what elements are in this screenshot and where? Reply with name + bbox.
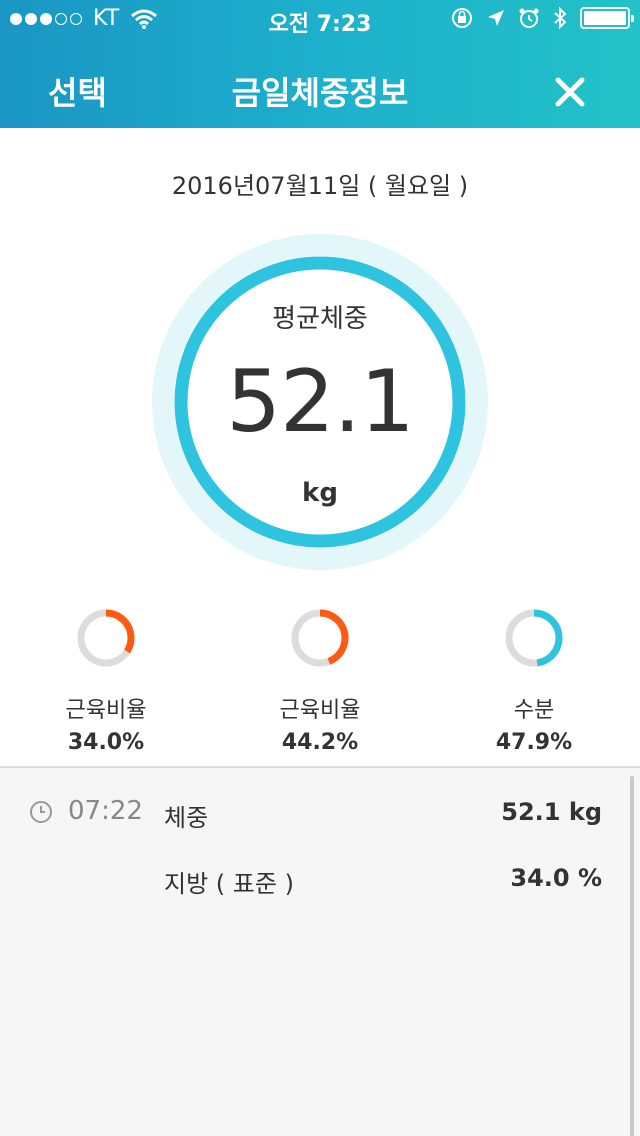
clock-icon [30, 801, 52, 823]
history-row-label: 지방 ( 표준 ) [164, 870, 294, 898]
average-weight-label: 평균체중 [272, 304, 368, 334]
close-icon[interactable] [548, 70, 592, 114]
measurement-time: 07:22 [68, 796, 143, 826]
history-row-value: 52.1 kg [501, 798, 602, 826]
date-label: 2016년07월11일 ( 월요일 ) [171, 172, 469, 200]
alarm-icon [519, 8, 539, 28]
metric-label: 근육비율 [65, 698, 147, 723]
metric-item: 근육비율 34.0% [6, 606, 206, 755]
metric-donut [77, 609, 135, 667]
status-bar: KT 오전 7:23 [0, 0, 640, 40]
scrollbar[interactable] [630, 776, 634, 1136]
rotation-lock-icon [452, 8, 472, 28]
metric-value: 44.2% [281, 730, 359, 755]
metric-item: 수분 47.9% [434, 606, 634, 755]
average-weight-unit: kg [302, 478, 338, 508]
status-icons [450, 6, 634, 30]
location-icon [488, 10, 504, 26]
page-title: 금일체중정보 [231, 74, 409, 112]
measurement-history[interactable]: 07:22 체중 52.1 kg 지방 ( 표준 ) 34.0 % [0, 766, 640, 1136]
metric-label: 수분 [513, 698, 555, 723]
average-weight-value: 52.1 [226, 352, 414, 452]
metric-value: 47.9% [495, 730, 573, 755]
history-row-value: 34.0 % [510, 864, 602, 892]
metric-value: 34.0% [67, 730, 145, 755]
metric-donut [291, 609, 349, 667]
metric-label: 근육비율 [279, 698, 361, 723]
metric-item: 근육비율 44.2% [220, 606, 420, 755]
metric-donut [505, 609, 563, 667]
battery-icon [580, 7, 634, 29]
history-row-label: 체중 [164, 804, 209, 832]
bluetooth-icon [554, 6, 567, 30]
